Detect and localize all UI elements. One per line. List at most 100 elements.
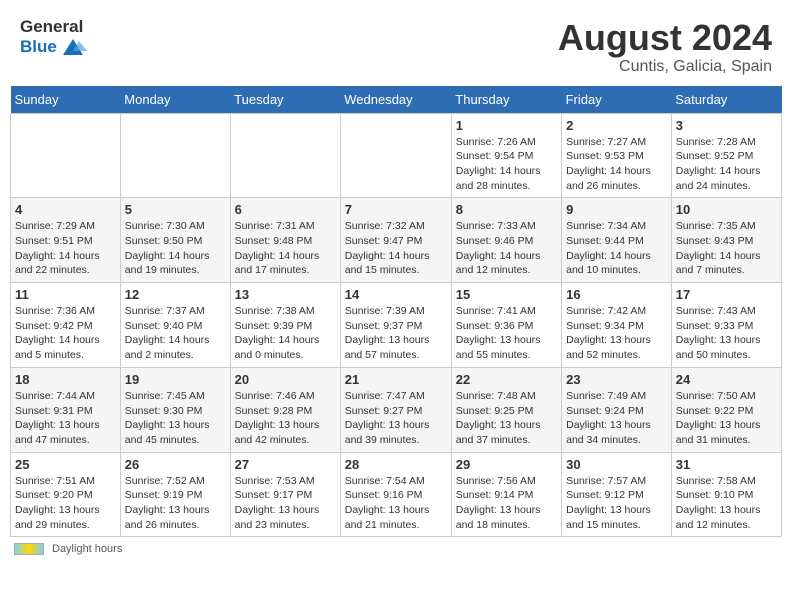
day-number: 19	[125, 372, 226, 387]
day-number: 13	[235, 287, 336, 302]
day-info: Sunrise: 7:46 AM Sunset: 9:28 PM Dayligh…	[235, 389, 336, 448]
day-cell: 27 Sunrise: 7:53 AM Sunset: 9:17 PM Dayli…	[230, 452, 340, 537]
day-cell: 23 Sunrise: 7:49 AM Sunset: 9:24 PM Dayli…	[562, 367, 672, 452]
week-row-2: 4Sunrise: 7:29 AM Sunset: 9:51 PM Daylig…	[11, 198, 782, 283]
day-cell: 1 Sunrise: 7:26 AM Sunset: 9:54 PM Daylig…	[451, 113, 561, 198]
day-number: 6	[235, 202, 336, 217]
day-number: 29	[456, 457, 557, 472]
day-info: Sunrise: 7:30 AM Sunset: 9:50 PM Dayligh…	[125, 219, 226, 278]
day-info: Sunrise: 7:35 AM Sunset: 9:43 PM Dayligh…	[676, 219, 777, 278]
day-info: Sunrise: 7:54 AM Sunset: 9:16 PM Dayligh…	[345, 474, 447, 533]
footer: Daylight hours	[10, 543, 782, 555]
calendar-body: 1 Sunrise: 7:26 AM Sunset: 9:54 PM Daylig…	[11, 113, 782, 537]
calendar-header: SundayMondayTuesdayWednesdayThursdayFrid…	[11, 86, 782, 114]
day-info: Sunrise: 7:32 AM Sunset: 9:47 PM Dayligh…	[345, 219, 447, 278]
subtitle: Cuntis, Galicia, Spain	[558, 58, 772, 76]
header-cell-saturday: Saturday	[671, 86, 781, 114]
day-number: 20	[235, 372, 336, 387]
day-info: Sunrise: 7:38 AM Sunset: 9:39 PM Dayligh…	[235, 304, 336, 363]
logo: General Blue	[20, 18, 87, 59]
day-number: 16	[566, 287, 667, 302]
day-number: 24	[676, 372, 777, 387]
day-number: 28	[345, 457, 447, 472]
day-cell: 2 Sunrise: 7:27 AM Sunset: 9:53 PM Daylig…	[562, 113, 672, 198]
day-cell: 8Sunrise: 7:33 AM Sunset: 9:46 PM Daylig…	[451, 198, 561, 283]
logo-icon	[59, 37, 87, 59]
day-cell	[340, 113, 451, 198]
day-cell: 30 Sunrise: 7:57 AM Sunset: 9:12 PM Dayli…	[562, 452, 672, 537]
day-info: Sunrise: 7:41 AM Sunset: 9:36 PM Dayligh…	[456, 304, 557, 363]
day-cell: 26 Sunrise: 7:52 AM Sunset: 9:19 PM Dayli…	[120, 452, 230, 537]
day-cell: 20 Sunrise: 7:46 AM Sunset: 9:28 PM Dayli…	[230, 367, 340, 452]
header-cell-friday: Friday	[562, 86, 672, 114]
day-info: Sunrise: 7:44 AM Sunset: 9:31 PM Dayligh…	[15, 389, 116, 448]
day-cell: 15Sunrise: 7:41 AM Sunset: 9:36 PM Dayli…	[451, 283, 561, 368]
title-block: August 2024 Cuntis, Galicia, Spain	[558, 18, 772, 76]
day-cell: 17Sunrise: 7:43 AM Sunset: 9:33 PM Dayli…	[671, 283, 781, 368]
day-cell: 12 Sunrise: 7:37 AM Sunset: 9:40 PM Dayli…	[120, 283, 230, 368]
week-row-4: 18 Sunrise: 7:44 AM Sunset: 9:31 PM Dayli…	[11, 367, 782, 452]
week-row-3: 11 Sunrise: 7:36 AM Sunset: 9:42 PM Dayli…	[11, 283, 782, 368]
day-number: 2	[566, 118, 667, 133]
header-cell-monday: Monday	[120, 86, 230, 114]
day-number: 4	[15, 202, 116, 217]
logo-blue: Blue	[20, 38, 57, 57]
day-info: Sunrise: 7:53 AM Sunset: 9:17 PM Dayligh…	[235, 474, 336, 533]
day-number: 11	[15, 287, 116, 302]
day-number: 25	[15, 457, 116, 472]
daylight-bar-icon	[14, 543, 44, 555]
day-info: Sunrise: 7:37 AM Sunset: 9:40 PM Dayligh…	[125, 304, 226, 363]
day-info: Sunrise: 7:51 AM Sunset: 9:20 PM Dayligh…	[15, 474, 116, 533]
day-info: Sunrise: 7:47 AM Sunset: 9:27 PM Dayligh…	[345, 389, 447, 448]
calendar-table: SundayMondayTuesdayWednesdayThursdayFrid…	[10, 86, 782, 538]
day-info: Sunrise: 7:52 AM Sunset: 9:19 PM Dayligh…	[125, 474, 226, 533]
day-number: 5	[125, 202, 226, 217]
day-info: Sunrise: 7:49 AM Sunset: 9:24 PM Dayligh…	[566, 389, 667, 448]
day-number: 31	[676, 457, 777, 472]
day-info: Sunrise: 7:39 AM Sunset: 9:37 PM Dayligh…	[345, 304, 447, 363]
header-cell-thursday: Thursday	[451, 86, 561, 114]
day-number: 1	[456, 118, 557, 133]
day-info: Sunrise: 7:48 AM Sunset: 9:25 PM Dayligh…	[456, 389, 557, 448]
day-info: Sunrise: 7:33 AM Sunset: 9:46 PM Dayligh…	[456, 219, 557, 278]
day-number: 14	[345, 287, 447, 302]
day-info: Sunrise: 7:27 AM Sunset: 9:53 PM Dayligh…	[566, 135, 667, 194]
day-number: 26	[125, 457, 226, 472]
day-info: Sunrise: 7:36 AM Sunset: 9:42 PM Dayligh…	[15, 304, 116, 363]
header-row: SundayMondayTuesdayWednesdayThursdayFrid…	[11, 86, 782, 114]
day-cell: 19Sunrise: 7:45 AM Sunset: 9:30 PM Dayli…	[120, 367, 230, 452]
day-cell: 18 Sunrise: 7:44 AM Sunset: 9:31 PM Dayli…	[11, 367, 121, 452]
logo-general: General	[20, 18, 83, 37]
day-number: 30	[566, 457, 667, 472]
day-cell: 25 Sunrise: 7:51 AM Sunset: 9:20 PM Dayli…	[11, 452, 121, 537]
page-header: General Blue August 2024 Cuntis, Galicia…	[10, 10, 782, 80]
day-info: Sunrise: 7:57 AM Sunset: 9:12 PM Dayligh…	[566, 474, 667, 533]
day-info: Sunrise: 7:42 AM Sunset: 9:34 PM Dayligh…	[566, 304, 667, 363]
day-info: Sunrise: 7:28 AM Sunset: 9:52 PM Dayligh…	[676, 135, 777, 194]
day-cell: 7 Sunrise: 7:32 AM Sunset: 9:47 PM Daylig…	[340, 198, 451, 283]
day-number: 12	[125, 287, 226, 302]
day-info: Sunrise: 7:34 AM Sunset: 9:44 PM Dayligh…	[566, 219, 667, 278]
day-info: Sunrise: 7:26 AM Sunset: 9:54 PM Dayligh…	[456, 135, 557, 194]
day-cell: 6 Sunrise: 7:31 AM Sunset: 9:48 PM Daylig…	[230, 198, 340, 283]
day-number: 3	[676, 118, 777, 133]
day-info: Sunrise: 7:43 AM Sunset: 9:33 PM Dayligh…	[676, 304, 777, 363]
week-row-5: 25 Sunrise: 7:51 AM Sunset: 9:20 PM Dayli…	[11, 452, 782, 537]
day-number: 9	[566, 202, 667, 217]
day-cell: 21 Sunrise: 7:47 AM Sunset: 9:27 PM Dayli…	[340, 367, 451, 452]
day-number: 18	[15, 372, 116, 387]
day-info: Sunrise: 7:56 AM Sunset: 9:14 PM Dayligh…	[456, 474, 557, 533]
day-cell	[120, 113, 230, 198]
day-cell: 29 Sunrise: 7:56 AM Sunset: 9:14 PM Dayli…	[451, 452, 561, 537]
day-cell: 16 Sunrise: 7:42 AM Sunset: 9:34 PM Dayli…	[562, 283, 672, 368]
day-info: Sunrise: 7:58 AM Sunset: 9:10 PM Dayligh…	[676, 474, 777, 533]
day-number: 23	[566, 372, 667, 387]
header-cell-sunday: Sunday	[11, 86, 121, 114]
day-number: 27	[235, 457, 336, 472]
day-cell: 31 Sunrise: 7:58 AM Sunset: 9:10 PM Dayli…	[671, 452, 781, 537]
week-row-1: 1 Sunrise: 7:26 AM Sunset: 9:54 PM Daylig…	[11, 113, 782, 198]
day-number: 21	[345, 372, 447, 387]
day-info: Sunrise: 7:31 AM Sunset: 9:48 PM Dayligh…	[235, 219, 336, 278]
footer-label: Daylight hours	[52, 543, 122, 555]
day-number: 7	[345, 202, 447, 217]
